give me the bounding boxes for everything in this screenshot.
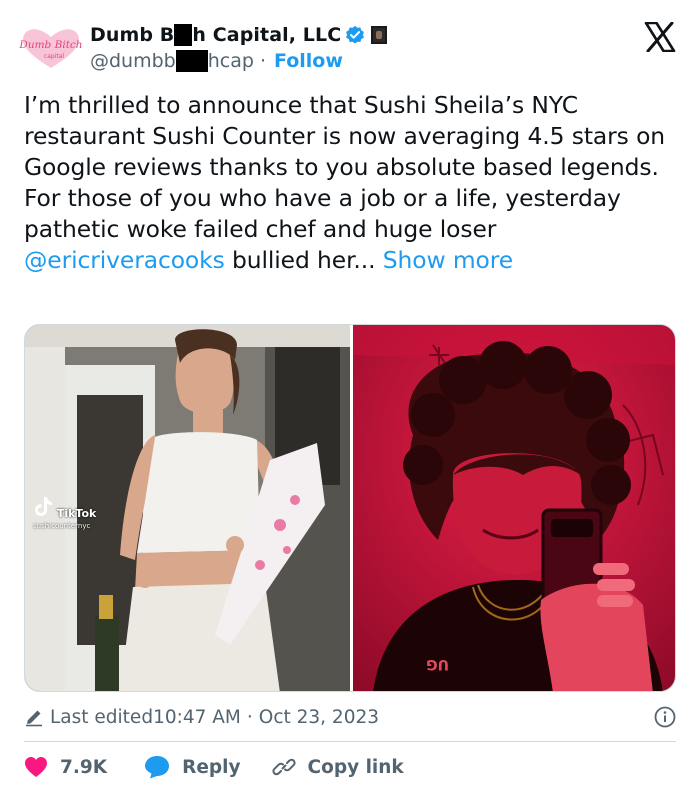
pencil-icon — [26, 710, 42, 727]
like-count: 7.9K — [60, 756, 108, 778]
tiktok-brand: TikTok — [56, 507, 97, 520]
handle-row: @dumbb hcap · Follow — [90, 48, 343, 74]
follow-button[interactable]: Follow — [274, 50, 343, 72]
tweet-meta: Last edited 10:47 AM · Oct 23, 2023 — [24, 702, 676, 732]
reply-label: Reply — [182, 756, 241, 778]
tiktok-icon — [35, 497, 52, 516]
tweet-actions: 7.9K Reply Copy link — [24, 750, 404, 784]
link-icon — [271, 758, 296, 776]
tweet-text-body: I’m thrilled to announce that Sushi Shei… — [24, 91, 666, 243]
tweet-time[interactable]: 10:47 AM — [153, 707, 241, 728]
display-name-end[interactable]: h Capital, LLC — [192, 24, 341, 46]
display-name-start[interactable]: Dumb B — [90, 24, 174, 46]
heart-icon — [25, 757, 47, 777]
edited-label[interactable]: Last edited — [50, 707, 153, 728]
like-button[interactable]: 7.9K — [24, 756, 107, 778]
verified-badge-icon — [346, 25, 365, 44]
reply-button[interactable]: Reply — [144, 755, 241, 779]
media-grid: TikTok sushicounternyc UG — [24, 324, 676, 692]
svg-text:UG: UG — [426, 656, 449, 672]
info-icon[interactable] — [654, 706, 676, 728]
reply-bubble-icon — [145, 756, 170, 779]
avatar[interactable]: Dumb Bitch capital — [18, 26, 84, 70]
tiktok-handle: sushicounternyc — [33, 522, 91, 530]
x-logo-icon[interactable] — [644, 22, 676, 52]
tweet-header: Dumb Bitch capital Dumb B h Capital, LLC… — [0, 0, 700, 90]
tweet-text: I’m thrilled to announce that Sushi Shei… — [24, 90, 680, 276]
copy-link-button[interactable]: Copy link — [271, 755, 404, 779]
mention-link[interactable]: @ericriveracooks — [24, 246, 225, 274]
tweet-date[interactable]: Oct 23, 2023 — [259, 707, 379, 728]
photo-man-selfie: UG — [353, 325, 675, 691]
display-name-row[interactable]: Dumb B h Capital, LLC — [90, 22, 388, 48]
separator-dot: · — [259, 50, 266, 72]
handle-start[interactable]: @dumbb — [90, 50, 176, 72]
tweet-text-tail: bullied her... — [224, 246, 376, 274]
separator-dot: · — [246, 706, 253, 728]
redaction-bar — [174, 24, 193, 46]
divider — [24, 741, 676, 742]
avatar-text: Dumb Bitch — [18, 39, 82, 51]
avatar-subtext: capital — [44, 53, 64, 60]
show-more-link[interactable]: Show more — [383, 246, 513, 274]
handle-end[interactable]: hcap — [208, 50, 254, 72]
tiktok-watermark: TikTok sushicounternyc — [33, 495, 96, 530]
media-photo-right[interactable]: UG — [353, 325, 675, 691]
copy-link-label: Copy link — [307, 756, 404, 778]
redaction-bar — [175, 50, 208, 72]
affiliate-badge-icon[interactable] — [371, 26, 388, 44]
media-photo-left[interactable]: TikTok sushicounternyc — [25, 325, 350, 691]
